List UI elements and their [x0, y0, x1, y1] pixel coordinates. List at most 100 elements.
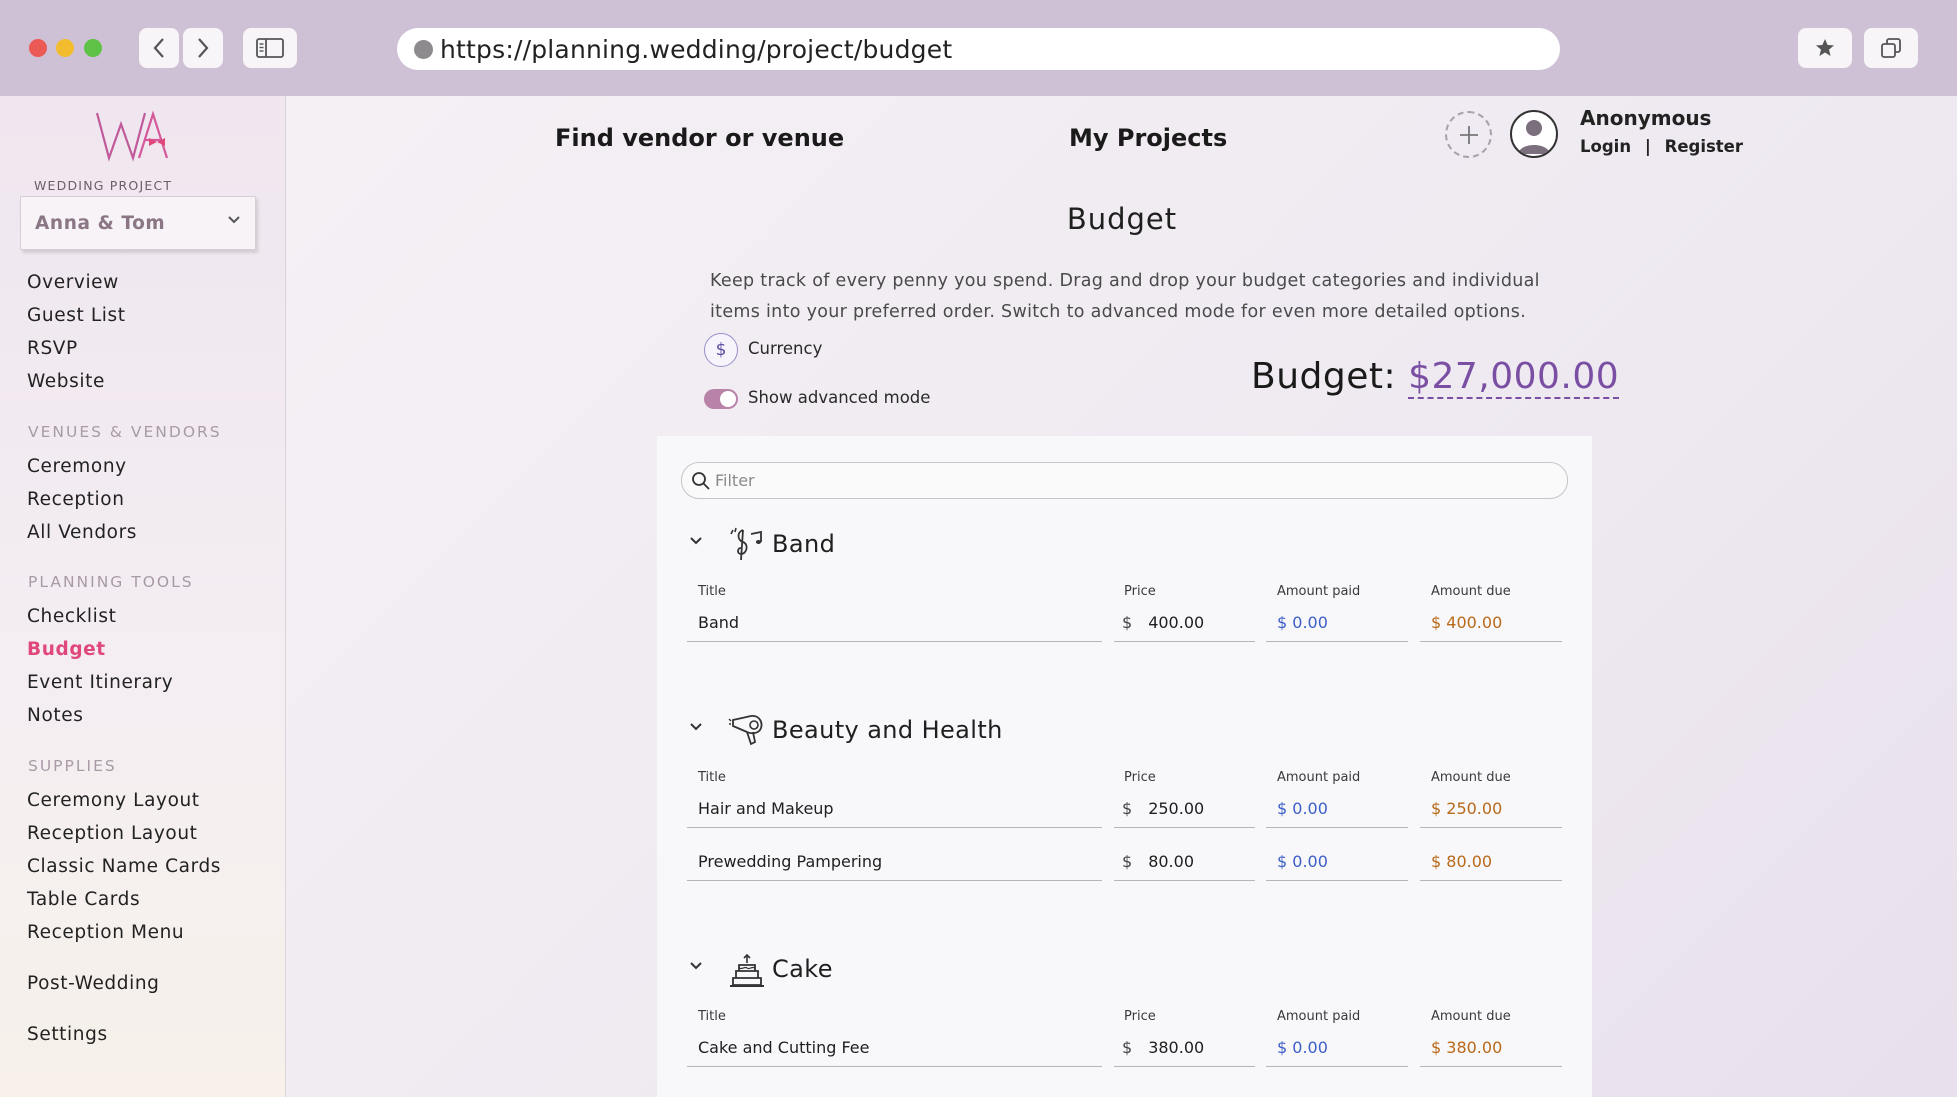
chevron-down-icon [228, 216, 240, 224]
column-title-header: Title [698, 770, 726, 785]
plus-icon [1459, 125, 1478, 144]
tabs-button[interactable] [1864, 28, 1918, 68]
item-price-value: 400.00 [1148, 613, 1205, 632]
forward-button[interactable] [183, 28, 223, 68]
sidebar-item-event-itinerary[interactable]: Event Itinerary [27, 672, 173, 693]
column-due-header: Amount due [1431, 584, 1511, 599]
column-price-header: Price [1124, 770, 1156, 785]
tabs-icon [1881, 38, 1901, 58]
item-paid-field[interactable]: $ 0.00 [1266, 604, 1408, 642]
sidebar-item-rsvp[interactable]: RSVP [27, 338, 78, 359]
item-due-field: $ 400.00 [1420, 604, 1562, 642]
column-title-header: Title [698, 584, 726, 599]
item-title-field[interactable]: Band [687, 604, 1102, 642]
item-price-field[interactable]: $400.00 [1114, 604, 1255, 642]
main-content: Find vendor or venue My Projects Anonymo… [287, 96, 1957, 1097]
url-text[interactable]: https://planning.wedding/project/budget [440, 35, 952, 64]
sidebar-item-post-wedding[interactable]: Post-Wedding [27, 973, 160, 994]
minimize-window-button[interactable] [56, 39, 74, 57]
supplies-heading: SUPPLIES [28, 757, 117, 775]
item-due-field: $ 80.00 [1420, 843, 1562, 881]
budget-total-amount[interactable]: $27,000.00 [1408, 356, 1620, 399]
sidebar-item-ceremony[interactable]: Ceremony [27, 456, 127, 477]
item-paid-field[interactable]: $ 0.00 [1266, 1029, 1408, 1067]
advanced-mode-toggle[interactable] [704, 389, 738, 409]
filter-input[interactable]: Filter [681, 462, 1568, 499]
search-icon [692, 472, 710, 490]
sidebar-item-budget[interactable]: Budget [27, 639, 106, 660]
hair-dryer-icon [728, 715, 763, 746]
venues-vendors-heading: VENUES & VENDORS [28, 423, 222, 441]
page-title: Budget [1066, 202, 1178, 236]
browser-toolbar: https://planning.wedding/project/budget [0, 0, 1957, 96]
currency-symbol: $ [1122, 799, 1133, 818]
item-title-field[interactable]: Prewedding Pampering [687, 843, 1102, 881]
sidebar-toggle-button[interactable] [243, 28, 297, 68]
sidebar-item-website[interactable]: Website [27, 371, 105, 392]
item-paid-field[interactable]: $ 0.00 [1266, 790, 1408, 828]
address-bar[interactable]: https://planning.wedding/project/budget [397, 28, 1560, 70]
sidebar-item-all-vendors[interactable]: All Vendors [27, 522, 137, 543]
sidebar-icon [256, 38, 284, 58]
currency-symbol: $ [1122, 1038, 1133, 1057]
item-price-value: 380.00 [1148, 1038, 1205, 1057]
project-selector[interactable]: Anna & Tom [20, 196, 256, 250]
maximize-window-button[interactable] [84, 39, 102, 57]
back-button[interactable] [139, 28, 179, 68]
currency-button[interactable]: $ [704, 333, 738, 367]
my-projects-link[interactable]: My Projects [1069, 124, 1227, 152]
column-title-header: Title [698, 1009, 726, 1024]
chevron-right-icon [198, 38, 209, 58]
sidebar-item-guest-list[interactable]: Guest List [27, 305, 126, 326]
budget-total: Budget: $27,000.00 [1251, 356, 1620, 399]
project-label: WEDDING PROJECT [34, 178, 173, 193]
item-title-field[interactable]: Hair and Makeup [687, 790, 1102, 828]
item-due-field: $ 250.00 [1420, 790, 1562, 828]
budget-total-label: Budget: [1251, 356, 1397, 397]
login-link[interactable]: Login [1580, 137, 1631, 156]
column-due-header: Amount due [1431, 1009, 1511, 1024]
sidebar-item-reception-layout[interactable]: Reception Layout [27, 823, 198, 844]
item-paid-field[interactable]: $ 0.00 [1266, 843, 1408, 881]
item-price-field[interactable]: $380.00 [1114, 1029, 1255, 1067]
planning-tools-heading: PLANNING TOOLS [28, 573, 194, 591]
register-link[interactable]: Register [1665, 137, 1743, 156]
bookmark-button[interactable] [1798, 28, 1852, 68]
item-price-value: 250.00 [1148, 799, 1205, 818]
item-title-field[interactable]: Cake and Cutting Fee [687, 1029, 1102, 1067]
chevron-down-icon[interactable] [689, 961, 703, 971]
find-vendor-link[interactable]: Find vendor or venue [555, 124, 844, 152]
close-window-button[interactable] [29, 39, 47, 57]
avatar[interactable] [1510, 110, 1558, 158]
cake-icon [730, 953, 764, 987]
category-title[interactable]: Band [772, 530, 835, 558]
link-separator: | [1644, 137, 1651, 156]
item-price-field[interactable]: $250.00 [1114, 790, 1255, 828]
sidebar-item-settings[interactable]: Settings [27, 1024, 108, 1045]
currency-label[interactable]: Currency [748, 339, 822, 358]
sidebar-item-notes[interactable]: Notes [27, 705, 83, 726]
sidebar-item-ceremony-layout[interactable]: Ceremony Layout [27, 790, 200, 811]
category-title[interactable]: Beauty and Health [772, 716, 1003, 744]
music-notes-icon [730, 527, 762, 561]
user-name: Anonymous [1580, 106, 1712, 130]
site-info-icon[interactable] [414, 39, 433, 59]
sidebar-item-table-cards[interactable]: Table Cards [27, 889, 140, 910]
sidebar-item-reception-menu[interactable]: Reception Menu [27, 922, 184, 943]
item-price-field[interactable]: $80.00 [1114, 843, 1255, 881]
sidebar-item-reception[interactable]: Reception [27, 489, 125, 510]
sidebar-item-overview[interactable]: Overview [27, 272, 119, 293]
sidebar-item-checklist[interactable]: Checklist [27, 606, 116, 627]
logo[interactable] [95, 110, 181, 162]
item-due-field: $ 380.00 [1420, 1029, 1562, 1067]
sidebar: WEDDING PROJECT Anna & Tom Overview Gues… [0, 96, 286, 1097]
category-title[interactable]: Cake [772, 955, 833, 983]
add-project-button[interactable] [1445, 111, 1492, 158]
sidebar-item-classic-name-cards[interactable]: Classic Name Cards [27, 856, 221, 877]
filter-placeholder: Filter [715, 471, 755, 490]
column-paid-header: Amount paid [1277, 1009, 1361, 1024]
chevron-down-icon[interactable] [689, 722, 703, 732]
item-price-value: 80.00 [1148, 852, 1194, 871]
chevron-down-icon[interactable] [689, 536, 703, 546]
star-icon [1816, 39, 1834, 56]
